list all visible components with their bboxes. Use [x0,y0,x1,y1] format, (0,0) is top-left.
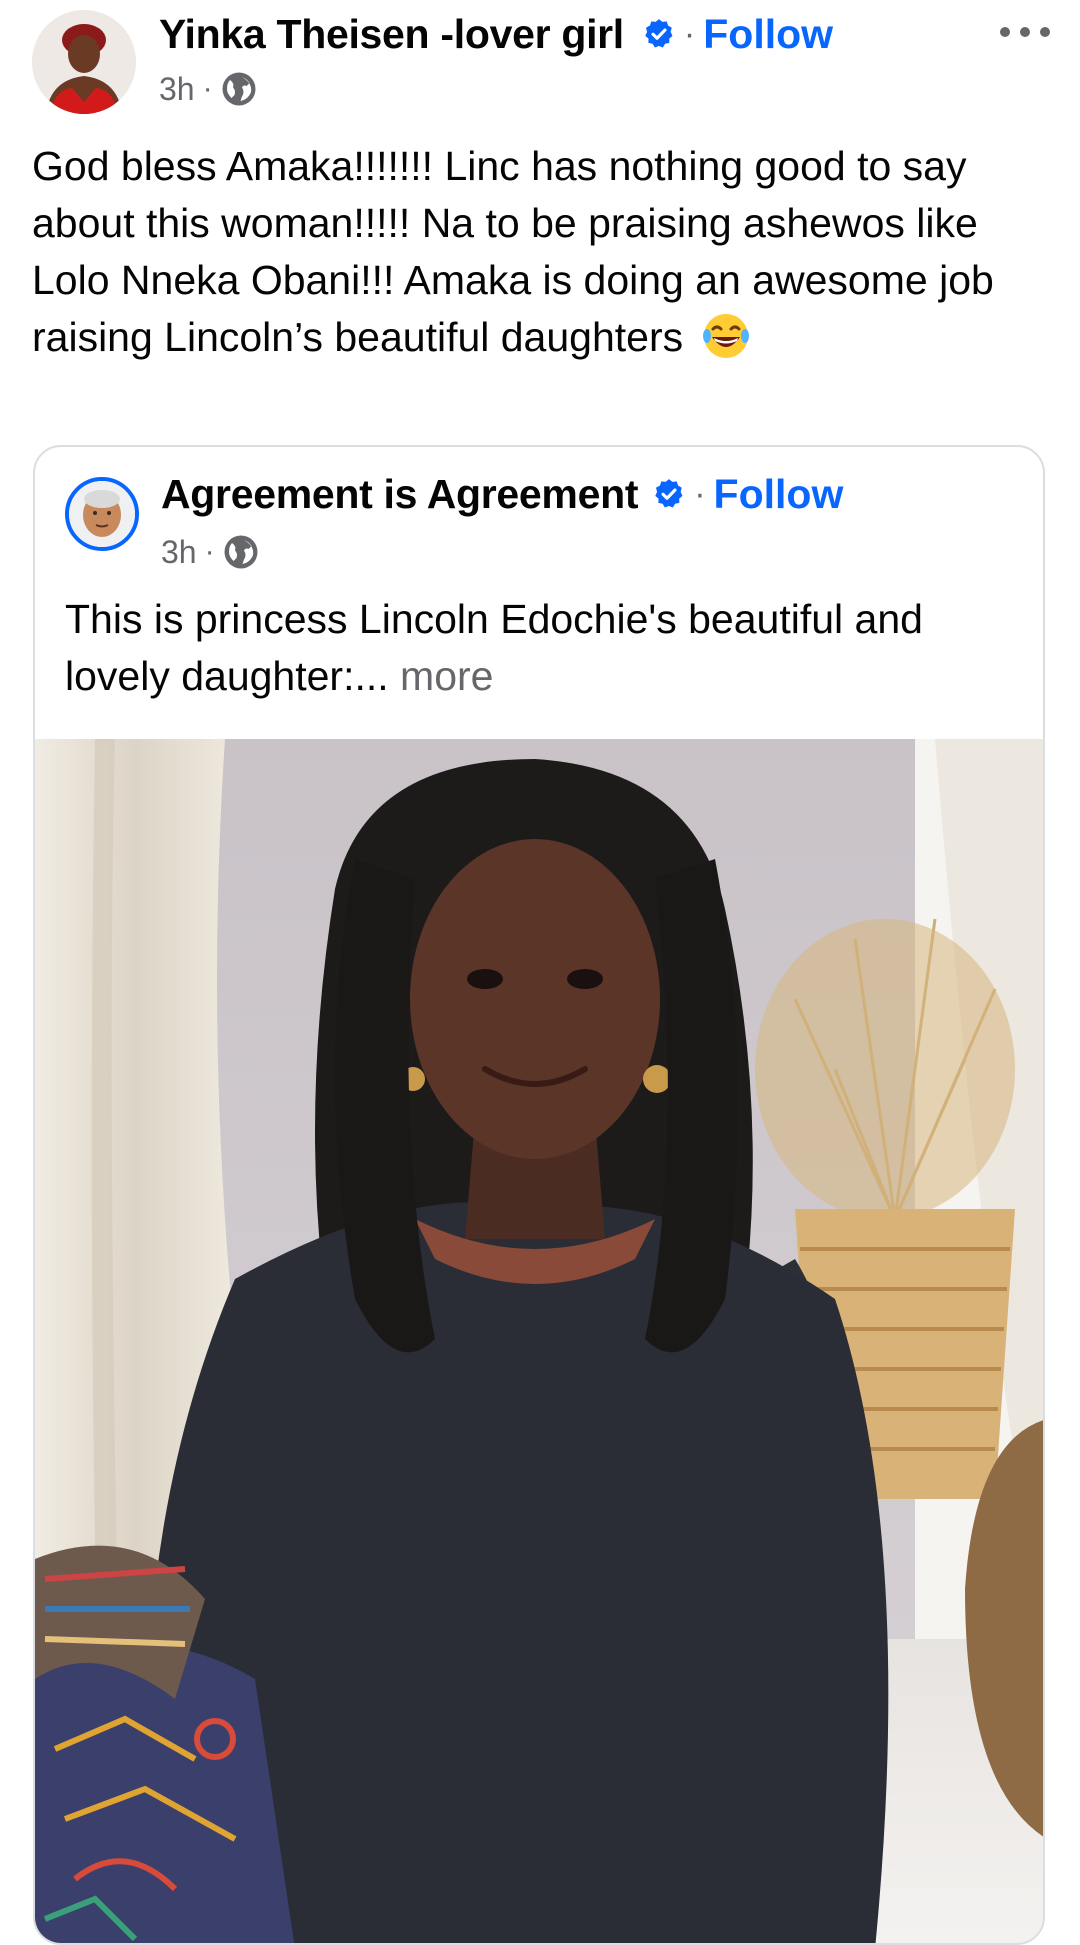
feed-post: Yinka Theisen -lover girl · Follow 3h · … [0,0,1080,1945]
shared-post-body: This is princess Lincoln Edochie's beaut… [65,591,1015,705]
shared-avatar-image [69,481,135,547]
author-avatar[interactable] [32,10,136,114]
shared-post-text: This is princess Lincoln Edochie's beaut… [65,596,923,699]
shared-follow-button[interactable]: Follow [714,471,844,518]
see-more-link[interactable]: more [400,653,493,699]
separator-dot: · [683,14,696,53]
globe-icon [224,535,258,569]
shared-author-line: Agreement is Agreement · Follow [161,467,843,521]
author-line: Yinka Theisen -lover girl · Follow [159,6,833,62]
author-name[interactable]: Yinka Theisen -lover girl [159,11,624,58]
separator-dot: · [694,474,706,513]
verified-badge-icon [645,19,673,48]
photo-illustration [35,739,1043,1943]
more-options-icon[interactable] [998,20,1052,44]
laughing-emoji-icon [701,311,751,361]
shared-author-name[interactable]: Agreement is Agreement [161,471,639,518]
post-meta: 3h · [159,68,257,110]
post-body: God bless Amaka!!!!!!! Linc has nothing … [32,138,1052,366]
post-timestamp[interactable]: 3h [159,71,195,108]
post-text: God bless Amaka!!!!!!! Linc has nothing … [32,143,994,360]
post-photo[interactable] [35,739,1043,1943]
meta-separator: · [204,535,215,568]
shared-post-meta: 3h · [161,531,259,573]
meta-separator: · [202,72,213,105]
verified-badge-icon [655,479,683,508]
shared-author-avatar[interactable] [65,477,139,551]
shared-post-timestamp[interactable]: 3h [161,534,197,571]
author-avatar-image [32,10,136,114]
globe-icon [222,72,256,106]
shared-post-card[interactable]: Agreement is Agreement · Follow 3h · Thi… [33,445,1045,1945]
laughing-face-icon [702,314,749,358]
follow-button[interactable]: Follow [703,11,833,58]
